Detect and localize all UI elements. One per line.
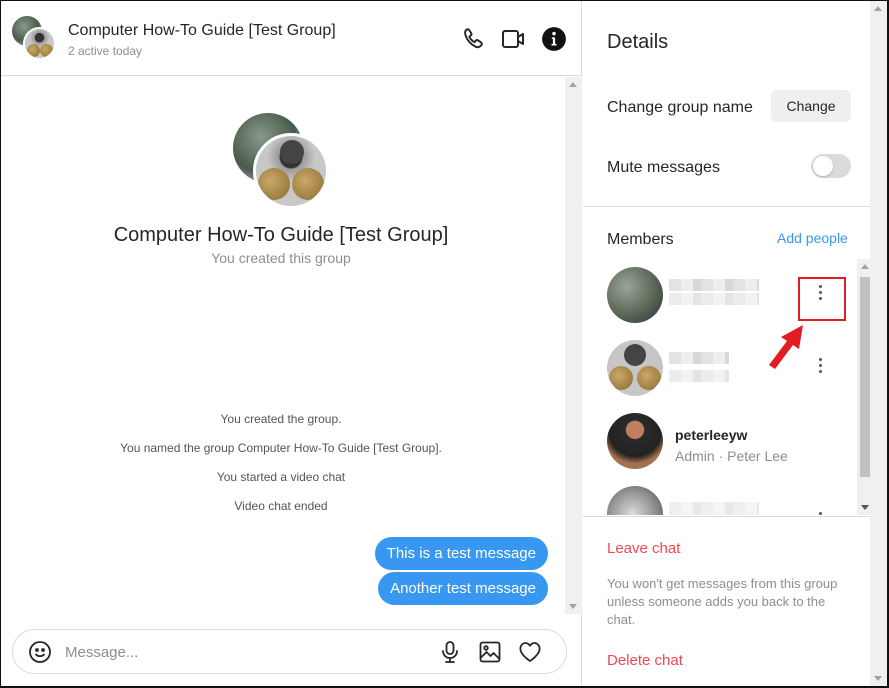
more-options-icon[interactable] [811, 281, 831, 305]
chat-scrollbar[interactable] [565, 77, 582, 614]
member-avatar-front [23, 27, 56, 60]
chat-title: Computer How-To Guide [Test Group] [68, 22, 336, 39]
member-avatar [607, 340, 663, 396]
active-status: 2 active today [68, 44, 143, 58]
member-item[interactable] [583, 332, 858, 402]
leave-chat-note: You won't get messages from this group u… [607, 576, 838, 627]
blurred-member-subtitle [669, 370, 729, 382]
microphone-icon[interactable] [438, 640, 462, 664]
video-camera-icon[interactable] [501, 26, 527, 52]
heart-icon[interactable] [518, 640, 542, 664]
message-input[interactable] [65, 641, 425, 663]
info-icon[interactable] [541, 26, 567, 52]
member-role: Admin · Peter Lee [675, 448, 788, 464]
emoji-icon[interactable] [28, 640, 52, 664]
message-bubble[interactable]: Another test message [378, 572, 548, 605]
message-composer [12, 629, 567, 674]
chat-pane: Computer How-To Guide [Test Group] 2 act… [1, 1, 582, 686]
blurred-member-name [669, 279, 759, 291]
page-scrollbar[interactable] [870, 1, 887, 686]
group-title: Computer How-To Guide [Test Group] [113, 224, 449, 246]
member-item[interactable]: peterleeyw Admin · Peter Lee [583, 405, 858, 475]
member-item[interactable] [583, 259, 858, 329]
message-bubble[interactable]: This is a test message [374, 537, 548, 570]
members-title: Members [607, 231, 674, 248]
leave-chat-link[interactable]: Leave chat [607, 540, 680, 557]
scroll-down-arrow[interactable] [874, 676, 882, 681]
image-icon[interactable] [478, 640, 502, 664]
message-thread: Computer How-To Guide [Test Group] You c… [1, 77, 566, 614]
divider [583, 516, 870, 517]
group-avatar[interactable] [12, 16, 58, 62]
add-people-link[interactable]: Add people [777, 230, 848, 246]
system-message: You created the group. [220, 412, 342, 426]
group-avatar-large [233, 113, 329, 209]
toggle-knob [813, 156, 833, 176]
phone-icon[interactable] [461, 26, 487, 52]
scroll-up-arrow[interactable] [874, 6, 882, 11]
details-pane: Details Change group name Change Mute me… [583, 1, 887, 686]
member-avatar [607, 267, 663, 323]
mute-messages-label: Mute messages [607, 159, 720, 176]
chat-header: Computer How-To Guide [Test Group] 2 act… [1, 1, 582, 76]
change-group-name-label: Change group name [607, 99, 753, 116]
member-username: peterleeyw [675, 427, 748, 443]
scroll-down-arrow[interactable] [861, 505, 869, 510]
group-subtitle: You created this group [211, 250, 351, 266]
delete-chat-link[interactable]: Delete chat [607, 652, 683, 669]
divider [583, 206, 887, 207]
system-message: Video chat ended [234, 499, 328, 513]
blurred-member-name [669, 352, 729, 364]
more-options-icon[interactable] [811, 500, 831, 515]
details-title: Details [607, 31, 669, 53]
scroll-up-arrow[interactable] [861, 264, 869, 269]
mute-messages-toggle[interactable] [811, 154, 851, 178]
scroll-down-arrow[interactable] [569, 604, 577, 609]
blurred-member-subtitle [669, 293, 759, 305]
member-avatar-front [253, 133, 329, 209]
change-group-name-button[interactable]: Change [771, 90, 851, 122]
member-item[interactable] [583, 478, 858, 515]
member-list: peterleeyw Admin · Peter Lee [583, 259, 873, 515]
member-avatar [607, 413, 663, 469]
system-message: You started a video chat [216, 470, 346, 484]
scroll-up-arrow[interactable] [569, 82, 577, 87]
system-message: You named the group Computer How-To Guid… [120, 441, 442, 455]
blurred-member-name [669, 502, 759, 515]
more-options-icon[interactable] [811, 354, 831, 378]
member-avatar [607, 486, 663, 515]
